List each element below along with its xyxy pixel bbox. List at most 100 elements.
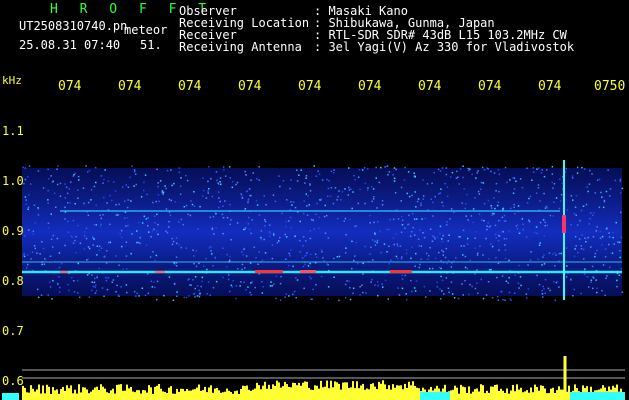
x-tick-label: 074: [418, 79, 442, 94]
noise-speckle: [376, 207, 378, 209]
noise-speckle: [96, 276, 98, 279]
noise-speckle: [279, 236, 281, 239]
noise-speckle: [536, 232, 538, 235]
noise-speckle: [589, 217, 591, 220]
noise-speckle: [575, 194, 578, 197]
noise-speckle: [47, 226, 50, 229]
noise-speckle: [198, 296, 201, 298]
amplitude-bar: [214, 388, 216, 400]
noise-speckle: [440, 260, 442, 262]
amplitude-bar: [390, 389, 392, 400]
y-tick-label: 1.1: [2, 124, 24, 138]
noise-speckle: [405, 293, 407, 295]
noise-speckle: [349, 298, 352, 301]
amplitude-bar: [208, 387, 210, 400]
noise-speckle: [551, 166, 554, 168]
amplitude-bar: [496, 384, 498, 400]
amplitude-bar: [186, 389, 188, 400]
noise-speckle: [585, 241, 587, 243]
amplitude-bar: [248, 389, 250, 400]
noise-speckle: [168, 198, 171, 201]
amplitude-bar: [134, 392, 136, 400]
noise-speckle: [361, 169, 364, 171]
noise-speckle: [295, 297, 297, 299]
noise-speckle: [192, 249, 194, 251]
noise-speckle: [185, 204, 188, 207]
amplitude-bar: [416, 387, 418, 400]
noise-speckle: [309, 230, 312, 232]
noise-speckle: [51, 181, 54, 183]
info-label-antenna: Receiving Antenna: [179, 40, 302, 54]
noise-speckle: [306, 252, 308, 254]
noise-speckle: [270, 281, 272, 283]
noise-speckle: [321, 251, 323, 253]
amplitude-bar: [504, 392, 506, 400]
noise-speckle: [428, 255, 430, 257]
noise-speckle: [384, 279, 387, 282]
noise-speckle: [436, 286, 439, 288]
noise-speckle: [619, 178, 622, 180]
noise-speckle: [337, 217, 339, 220]
noise-speckle: [540, 172, 543, 174]
noise-speckle: [438, 193, 440, 195]
noise-speckle: [431, 235, 434, 237]
noise-speckle: [222, 247, 224, 249]
noise-speckle: [466, 193, 468, 196]
noise-speckle: [544, 278, 547, 281]
noise-speckle: [616, 285, 618, 288]
amplitude-bar: [32, 388, 34, 400]
x-tick-label: 074: [238, 79, 262, 94]
amplitude-bar: [480, 384, 482, 400]
amplitude-bar: [138, 390, 140, 400]
noise-speckle: [422, 232, 424, 234]
noise-speckle: [423, 236, 426, 239]
noise-speckle: [414, 234, 416, 236]
noise-speckle: [83, 248, 86, 250]
noise-speckle: [542, 296, 544, 298]
noise-speckle: [190, 200, 192, 202]
amplitude-bar: [38, 384, 40, 400]
amplitude-bar: [118, 384, 120, 400]
noise-speckle: [27, 263, 29, 266]
noise-speckle: [429, 267, 431, 270]
noise-speckle: [37, 170, 40, 172]
noise-speckle: [446, 186, 449, 188]
noise-speckle: [206, 268, 208, 271]
noise-speckle: [244, 170, 246, 173]
noise-speckle: [231, 181, 234, 183]
noise-speckle: [166, 231, 169, 234]
noise-speckle: [24, 178, 27, 181]
noise-speckle: [346, 280, 348, 282]
noise-speckle: [236, 222, 239, 224]
noise-speckle: [194, 296, 196, 298]
amplitude-bar: [308, 387, 310, 400]
noise-speckle: [133, 169, 136, 171]
amplitude-bar: [382, 380, 384, 400]
noise-speckle: [185, 247, 188, 249]
noise-speckle: [315, 213, 317, 216]
noise-speckle: [209, 294, 211, 296]
noise-speckle: [230, 284, 233, 287]
amplitude-bar: [36, 389, 38, 400]
amplitude-bar: [498, 391, 500, 400]
noise-speckle: [604, 294, 606, 297]
amplitude-bar: [474, 389, 476, 400]
noise-speckle: [414, 191, 416, 193]
noise-speckle: [386, 165, 389, 167]
noise-speckle: [254, 286, 256, 289]
noise-speckle: [432, 215, 434, 217]
noise-speckle: [549, 214, 552, 217]
noise-speckle: [515, 225, 518, 227]
noise-speckle: [351, 207, 353, 210]
amplitude-bar: [486, 390, 488, 400]
noise-speckle: [620, 236, 623, 239]
noise-speckle: [241, 197, 244, 199]
noise-speckle: [415, 252, 417, 255]
noise-speckle: [87, 246, 90, 248]
noise-speckle: [560, 252, 562, 255]
noise-speckle: [85, 237, 88, 240]
noise-speckle: [25, 203, 27, 206]
noise-speckle: [258, 179, 260, 181]
noise-speckle: [401, 219, 404, 221]
noise-speckle: [411, 212, 414, 215]
